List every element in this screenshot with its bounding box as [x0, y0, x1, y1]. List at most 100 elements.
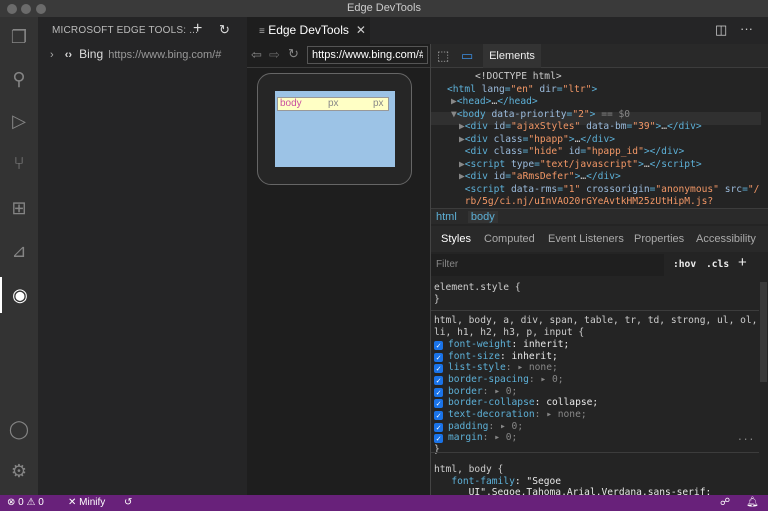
new-style-rule-button[interactable]: +	[738, 254, 747, 271]
notifications-bell-icon[interactable]: 🔔︎	[746, 495, 759, 511]
title-bar: Edge DevTools	[0, 0, 768, 17]
more-actions-icon[interactable]: ···	[740, 21, 753, 36]
split-editor-icon[interactable]: ◫	[715, 22, 727, 38]
tab-edge-devtools[interactable]: ≡ Edge DevTools ✕	[247, 17, 370, 44]
dom-node-line[interactable]: <html lang="en" dir="ltr">	[447, 84, 597, 97]
code-token: }	[434, 444, 440, 456]
back-icon[interactable]: ⇦	[251, 47, 262, 63]
hov-button[interactable]: :hov	[673, 259, 696, 270]
maximize-window-button[interactable]	[36, 4, 46, 14]
dom-node-line[interactable]: <!DOCTYPE html>	[475, 71, 562, 84]
breadcrumb-html[interactable]: html	[436, 211, 457, 223]
style-line[interactable]: font-family: "Segoe	[434, 476, 561, 488]
dom-node-line[interactable]: <div class="hide" id="hpapp_id"></div>	[459, 146, 685, 159]
forward-icon[interactable]: ⇨	[269, 47, 280, 63]
property-checkbox[interactable]: ✓	[434, 375, 443, 385]
style-line[interactable]: UI",Segoe,Tahoma,Arial,Verdana,sans-seri…	[434, 487, 712, 495]
style-line[interactable]: ✓ border: ▸ 0;	[434, 386, 517, 398]
style-line[interactable]: li, h1, h2, h3, p, input {	[434, 327, 584, 339]
property-checkbox[interactable]: ✓	[434, 364, 443, 374]
property-checkbox[interactable]: ✓	[434, 422, 443, 432]
property-checkbox[interactable]: ✓	[434, 399, 443, 409]
target-item[interactable]: › ‹› Bing https://www.bing.com/#	[50, 47, 221, 61]
tab-computed[interactable]: Computed	[484, 226, 535, 252]
reload-icon[interactable]: ↻	[288, 46, 299, 62]
window-title: Edge DevTools	[347, 2, 421, 14]
close-window-button[interactable]	[7, 4, 17, 14]
code-token: </div>	[667, 121, 702, 132]
refresh-icon[interactable]: ↻	[219, 22, 230, 38]
dom-node-line[interactable]: rb/5g/ci.nj/uInVAO20rGYeAvtkHM25zUtHipM.…	[459, 196, 713, 208]
style-line[interactable]: ✓ border-spacing: ▸ 0;	[434, 374, 564, 386]
dom-node-line[interactable]: ▶<div id="aRmsDefer">…</div>	[459, 171, 621, 184]
add-target-button[interactable]: +	[193, 20, 202, 38]
url-input[interactable]	[307, 46, 428, 64]
tab-accessibility[interactable]: Accessibility	[696, 226, 756, 252]
minimize-window-button[interactable]	[21, 4, 31, 14]
style-line[interactable]: html, body, a, div, span, table, tr, td,…	[434, 315, 757, 327]
divider	[431, 452, 759, 453]
history-icon[interactable]: ↺	[124, 495, 132, 511]
style-line[interactable]: element.style {	[434, 282, 521, 294]
property-checkbox[interactable]: ✓	[434, 411, 443, 420]
property-checkbox[interactable]: ✓	[434, 387, 443, 397]
tab-properties[interactable]: Properties	[634, 226, 684, 252]
element-tooltip: body px px	[277, 97, 389, 111]
code-token: font-size	[448, 350, 500, 362]
tab-elements[interactable]: Elements	[483, 44, 541, 68]
style-line[interactable]: ✓ font-weight: inherit;	[434, 339, 569, 351]
code-token: text-decoration	[448, 409, 535, 420]
code-token: <div	[464, 133, 494, 145]
style-line[interactable]: }	[434, 444, 440, 456]
code-token: crossorigin	[580, 183, 650, 195]
remote-icon[interactable]: ⊿	[0, 233, 38, 269]
property-checkbox[interactable]: ✓	[434, 352, 443, 362]
property-checkbox[interactable]: ✓	[434, 340, 443, 350]
inspect-element-icon[interactable]: ⬚	[437, 48, 449, 64]
problems-indicator[interactable]: ⊗ 0 ⚠ 0	[7, 495, 44, 511]
page-screencast[interactable]: body px px	[275, 91, 395, 167]
dom-node-line[interactable]: <script data-rms="1" crossorigin="anonym…	[459, 183, 760, 197]
close-tab-icon[interactable]: ✕	[356, 23, 366, 37]
dom-node-line[interactable]: ▶<div id="ajaxStyles" data-bm="39">…</di…	[459, 121, 702, 134]
minify-button[interactable]: ✕ Minify	[68, 495, 105, 511]
settings-gear-icon[interactable]: ⚙	[0, 453, 38, 489]
dom-node-line[interactable]: ▶<script type="text/javascript">…</scrip…	[459, 159, 702, 172]
code-token: <script	[459, 183, 511, 195]
explorer-icon[interactable]: ❐	[0, 19, 38, 55]
code-token: data-rms	[510, 183, 558, 195]
code-token: }	[434, 293, 440, 305]
style-line[interactable]: html, body {	[434, 464, 503, 476]
edge-tools-icon[interactable]: ◉	[0, 277, 38, 313]
style-line[interactable]: ✓ text-decoration: ▸ none;	[434, 409, 587, 421]
style-line[interactable]: }	[434, 294, 440, 306]
source-control-icon[interactable]: ⑂	[0, 145, 38, 181]
dom-node-line[interactable]: ▶<div class="hpapp">…</div>	[459, 134, 615, 147]
extensions-icon[interactable]: ⊞	[0, 190, 38, 226]
breadcrumb-body[interactable]: body	[467, 211, 498, 223]
style-line[interactable]: ✓ font-size: inherit;	[434, 351, 558, 363]
account-icon[interactable]: ◯	[0, 411, 38, 447]
style-line[interactable]: ✓ list-style: ▸ none;	[434, 362, 558, 374]
scrollbar[interactable]	[760, 282, 767, 382]
style-line[interactable]: ✓ border-collapse: collapse;	[434, 397, 598, 409]
search-icon[interactable]: ⚲	[0, 61, 38, 97]
minify-label: Minify	[79, 497, 106, 508]
tab-styles[interactable]: Styles	[441, 226, 471, 252]
cls-button[interactable]: .cls	[706, 259, 729, 270]
style-line[interactable]: ✓ margin: ▸ 0;	[434, 432, 517, 444]
style-line[interactable]: ✓ padding: ▸ 0;	[434, 421, 523, 433]
tab-event-listeners[interactable]: Event Listeners	[548, 226, 624, 252]
code-token: >	[591, 83, 598, 95]
code-token: : collapse;	[534, 397, 599, 409]
styles-filter-input[interactable]: Filter	[431, 254, 664, 276]
property-checkbox[interactable]: ✓	[434, 434, 443, 444]
dom-node-line[interactable]: ▼<body data-priority="2"> == $0	[451, 109, 630, 122]
dom-node-line[interactable]: ▶<head>…</head>	[451, 96, 538, 109]
code-token: "1"	[562, 183, 581, 195]
device-emulation-icon[interactable]: ▭	[461, 48, 473, 64]
more-options-icon[interactable]: ...	[737, 432, 754, 443]
code-token: margin	[448, 432, 483, 444]
run-debug-icon[interactable]: ▷	[0, 103, 38, 139]
feedback-icon[interactable]: ☍	[720, 495, 730, 511]
